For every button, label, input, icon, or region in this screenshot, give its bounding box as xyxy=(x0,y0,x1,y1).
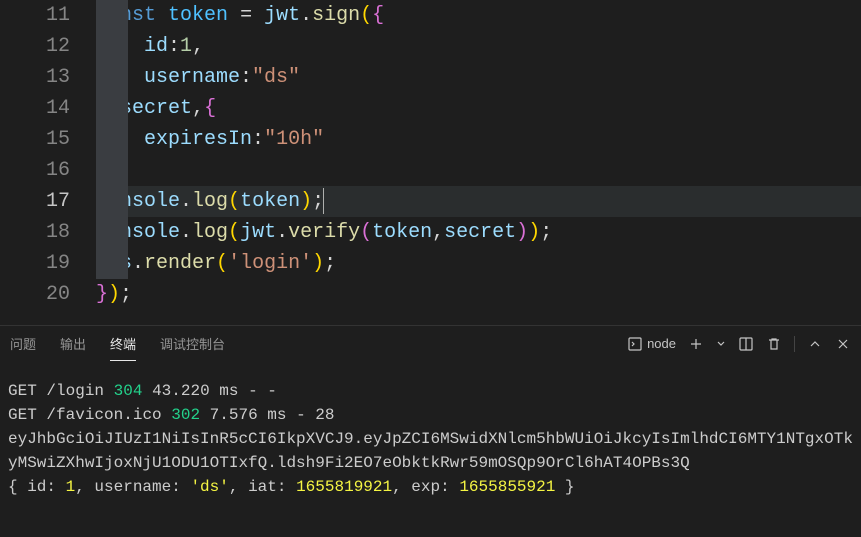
new-terminal-button[interactable] xyxy=(688,336,704,352)
close-icon xyxy=(835,336,851,352)
terminal-shell-selector[interactable]: node xyxy=(627,336,676,352)
tab-output[interactable]: 输出 xyxy=(60,326,86,361)
line-number: 11 xyxy=(0,0,70,31)
tab-problems[interactable]: 问题 xyxy=(10,326,36,361)
line-number: 19 xyxy=(0,248,70,279)
code-area[interactable]: const token = jwt.sign({ id:1, username:… xyxy=(96,0,861,325)
terminal-icon xyxy=(627,336,643,352)
line-number: 20 xyxy=(0,279,70,310)
split-dropdown[interactable] xyxy=(716,339,726,349)
chevron-down-icon xyxy=(716,339,726,349)
terminal-output[interactable]: GET /login 304 43.220 ms - - GET /favico… xyxy=(0,361,861,499)
line-number: 16 xyxy=(0,155,70,186)
split-icon xyxy=(738,336,754,352)
trash-icon xyxy=(766,336,782,352)
decoded-object: { id: 1, username: 'ds', iat: 1655819921… xyxy=(8,478,575,496)
log-line: GET /login 304 43.220 ms - - xyxy=(8,382,277,400)
close-panel-button[interactable] xyxy=(835,336,851,352)
line-number: 13 xyxy=(0,62,70,93)
plus-icon xyxy=(688,336,704,352)
split-terminal-button[interactable] xyxy=(738,336,754,352)
jwt-token: eyJhbGciOiJIUzI1NiIsInR5cCI6IkpXVCJ9.eyJ… xyxy=(8,430,853,472)
line-number-gutter: 11 12 13 14 15 16 17 18 19 20 xyxy=(0,0,96,325)
panel-tab-bar: 问题 输出 终端 调试控制台 node xyxy=(0,326,861,361)
line-number: 17 xyxy=(0,186,70,217)
line-number: 14 xyxy=(0,93,70,124)
tab-terminal[interactable]: 终端 xyxy=(110,326,136,361)
chevron-up-icon xyxy=(807,336,823,352)
log-line: GET /favicon.ico 302 7.576 ms - 28 xyxy=(8,406,335,424)
maximize-panel-button[interactable] xyxy=(807,336,823,352)
bottom-panel: 问题 输出 终端 调试控制台 node xyxy=(0,325,861,499)
tab-debug-console[interactable]: 调试控制台 xyxy=(160,326,225,361)
shell-label: node xyxy=(647,336,676,351)
code-editor[interactable]: 11 12 13 14 15 16 17 18 19 20 const toke… xyxy=(0,0,861,325)
line-number: 15 xyxy=(0,124,70,155)
line-number: 12 xyxy=(0,31,70,62)
line-number: 18 xyxy=(0,217,70,248)
kill-terminal-button[interactable] xyxy=(766,336,782,352)
